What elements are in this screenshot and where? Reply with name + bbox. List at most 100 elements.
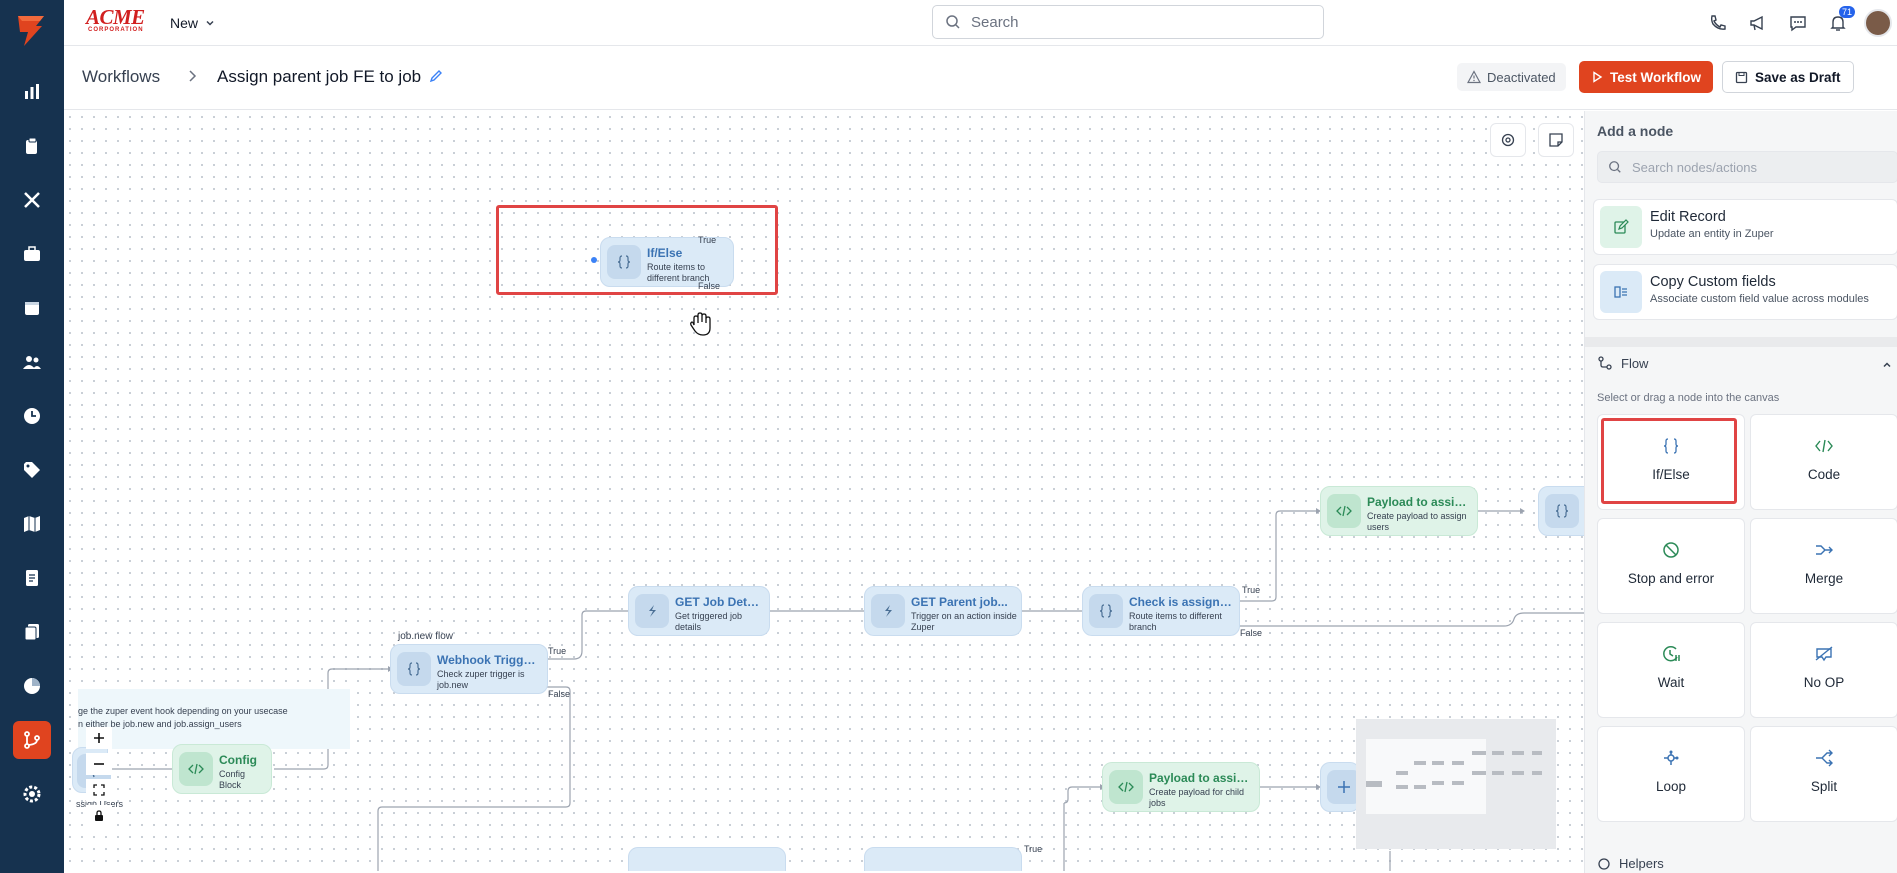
workflow-node-webhook-trigger[interactable]: Webhook Trigger... Check zuper trigger i…: [390, 644, 548, 694]
pie-chart-icon: [24, 678, 40, 694]
nav-dashboard[interactable]: [0, 72, 64, 112]
search-icon: [1609, 161, 1621, 173]
nav-map[interactable]: [0, 504, 64, 544]
split-icon: [1816, 749, 1833, 767]
clock-icon: [1663, 645, 1680, 662]
workflow-node-get-parent-job[interactable]: GET Parent job... Trigger on an action i…: [864, 586, 1022, 636]
workflow-node-config[interactable]: Config Config Block: [172, 744, 272, 794]
new-dropdown[interactable]: New: [170, 12, 216, 34]
chevron-up-icon[interactable]: [1881, 359, 1893, 371]
sticky-note[interactable]: ge the zuper event hook depending on you…: [78, 689, 350, 749]
zoom-in-button[interactable]: [86, 727, 112, 749]
node-title: Check is assigned...: [1129, 595, 1233, 609]
workflow-node-get-job-details[interactable]: GET Job Details Get triggered job detail…: [628, 586, 770, 636]
clipboard-icon: [26, 137, 37, 154]
brand-logo[interactable]: ACME CORPORATION: [86, 6, 150, 36]
nav-invoices[interactable]: [0, 558, 64, 598]
breadcrumb-workflows[interactable]: Workflows: [82, 67, 160, 87]
tile-code[interactable]: Code: [1750, 414, 1897, 510]
action-edit-record[interactable]: Edit Record Update an entity in Zuper: [1593, 199, 1897, 255]
nav-users[interactable]: [0, 342, 64, 382]
helpers-icon: [1598, 857, 1610, 870]
fit-screen-button[interactable]: [86, 779, 112, 801]
edge-false-label: False: [1240, 628, 1263, 638]
edge-true-label: True: [1242, 585, 1261, 595]
avatar: [1864, 9, 1892, 37]
edge-false-label: False: [548, 689, 571, 699]
nav-tools[interactable]: [0, 180, 64, 220]
loop-icon: [1664, 750, 1679, 765]
nav-documents[interactable]: [0, 612, 64, 652]
webhook-icon: [635, 594, 669, 628]
test-workflow-button[interactable]: Test Workflow: [1579, 61, 1714, 93]
node-search-input[interactable]: Search nodes/actions: [1597, 151, 1897, 183]
chat-button[interactable]: [1784, 9, 1812, 37]
tile-loop[interactable]: Loop: [1597, 726, 1745, 822]
play-icon: [1593, 71, 1603, 83]
user-menu[interactable]: [1864, 9, 1892, 37]
node-description: Get triggered job details: [675, 611, 743, 632]
tile-wait[interactable]: Wait: [1597, 622, 1745, 718]
flow-section-label: Flow: [1621, 355, 1649, 371]
zoom-out-button[interactable]: [86, 753, 112, 775]
code-icon: [179, 752, 213, 786]
tile-no-op[interactable]: No OP: [1750, 622, 1897, 718]
tile-split[interactable]: Split: [1750, 726, 1897, 822]
workflow-node-loop-partial[interactable]: [1320, 762, 1361, 812]
action-description: Update an entity in Zuper: [1650, 228, 1774, 240]
megaphone-icon: [1750, 15, 1763, 31]
expand-icon: [93, 784, 105, 796]
tile-merge[interactable]: Merge: [1750, 518, 1897, 614]
workflow-name: Assign parent job FE to job: [217, 67, 422, 86]
nav-reports[interactable]: [0, 666, 64, 706]
left-nav-rail: [0, 0, 64, 873]
announcements-button[interactable]: [1744, 9, 1772, 37]
canvas-minimap[interactable]: [1356, 719, 1556, 849]
workflow-node-payload-child-jobs[interactable]: Payload to assign... Create payload for …: [1102, 762, 1260, 812]
workflow-canvas[interactable]: If/Else Route items to different branch …: [64, 111, 1584, 871]
nav-calendar[interactable]: [0, 288, 64, 328]
save-draft-label: Save as Draft: [1755, 69, 1841, 85]
minimap-nodes: [1366, 751, 1542, 789]
nav-tags[interactable]: [0, 450, 64, 490]
app-logo[interactable]: [12, 10, 52, 50]
save-icon: [1735, 71, 1748, 83]
search-icon: [946, 15, 960, 29]
panel-divider: [1585, 337, 1897, 347]
nav-settings[interactable]: [0, 774, 64, 814]
top-icon-group: 71: [1704, 6, 1892, 37]
tile-label: Stop and error: [1627, 571, 1715, 586]
workflow-node-partial[interactable]: [1538, 486, 1584, 536]
node-search-placeholder: Search nodes/actions: [1632, 159, 1758, 175]
workflow-node-bottom-b[interactable]: [864, 847, 1022, 871]
merge-icon: [1816, 545, 1833, 555]
edit-record-icon: [1600, 206, 1642, 248]
workflow-node-check-assigned[interactable]: Check is assigned... Route items to diff…: [1082, 586, 1240, 636]
tile-stop-and-error[interactable]: Stop and error: [1597, 518, 1745, 614]
nav-workflows[interactable]: [0, 720, 64, 760]
workflow-node-payload-assign-users[interactable]: Payload to assign... Create payload to a…: [1320, 486, 1478, 536]
node-title: Webhook Trigger...: [437, 653, 541, 667]
tile-label: No OP: [1803, 675, 1845, 690]
map-icon: [24, 516, 40, 532]
briefcase-icon: [24, 246, 40, 261]
brand-name: ACME: [86, 5, 145, 29]
helpers-section-header[interactable]: Helpers: [1597, 856, 1664, 871]
action-copy-custom-fields[interactable]: Copy Custom fields Associate custom fiel…: [1593, 264, 1897, 320]
phone-button[interactable]: [1704, 9, 1732, 37]
nav-jobs[interactable]: [0, 126, 64, 166]
lock-button[interactable]: [86, 805, 112, 827]
copy-fields-icon: [1600, 271, 1642, 313]
save-draft-button[interactable]: Save as Draft: [1722, 61, 1854, 93]
nav-briefcase[interactable]: [0, 234, 64, 274]
tile-label: Merge: [1804, 571, 1844, 586]
workflow-node-bottom-a[interactable]: [628, 847, 786, 871]
edit-pencil-icon[interactable]: [428, 68, 444, 84]
node-description: Config Block: [219, 769, 246, 790]
flow-section-header[interactable]: Flow: [1597, 355, 1648, 371]
stop-icon: [1663, 542, 1679, 558]
note-line-2: n either be job.new and job.assign_users: [78, 719, 242, 729]
notifications-button[interactable]: 71: [1824, 6, 1855, 37]
nav-timesheet[interactable]: [0, 396, 64, 436]
global-search[interactable]: Search: [932, 5, 1324, 39]
